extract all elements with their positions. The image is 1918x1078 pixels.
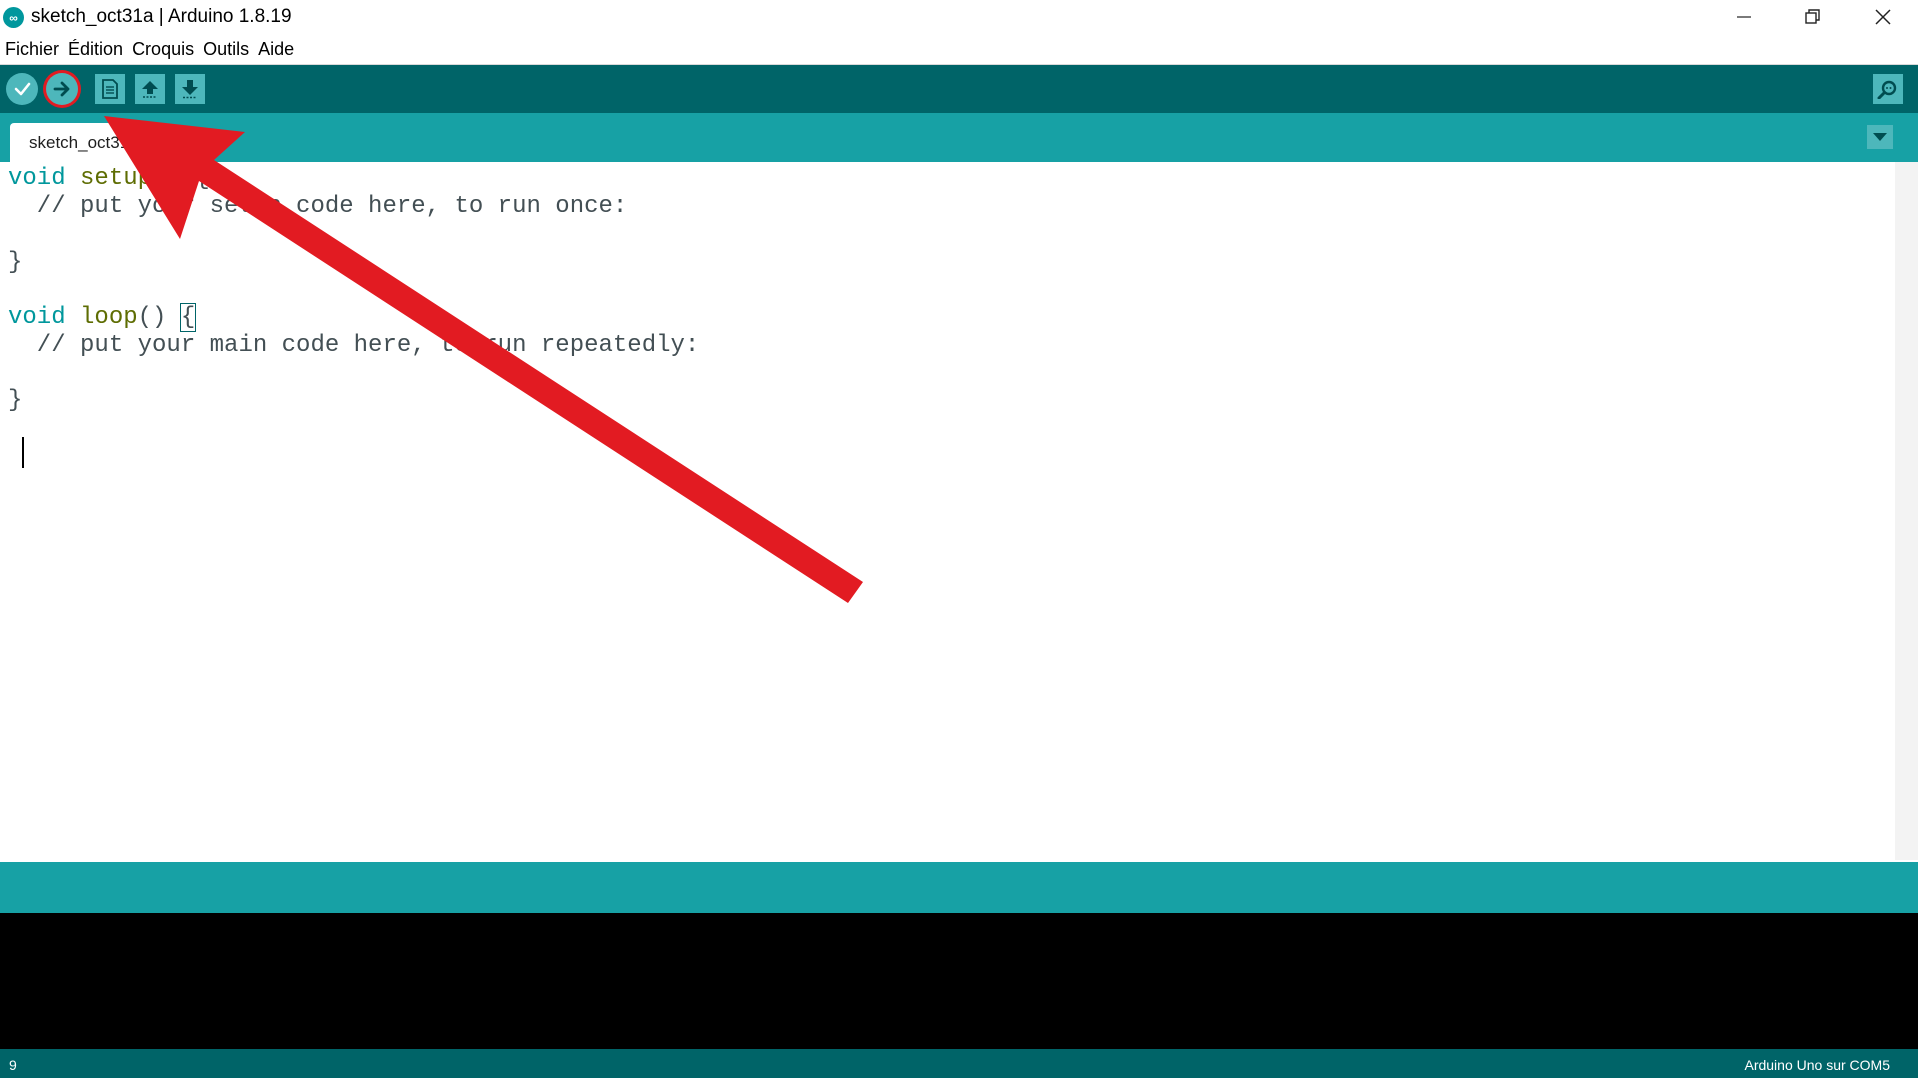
open-button[interactable] (135, 74, 165, 104)
file-icon (102, 79, 118, 99)
message-bar (0, 862, 1918, 913)
minimize-icon (1737, 16, 1751, 18)
menu-edition[interactable]: Édition (63, 34, 127, 64)
code-line: } (8, 387, 23, 414)
minimize-button[interactable] (1709, 0, 1779, 34)
upload-button[interactable] (46, 73, 78, 105)
menu-fichier[interactable]: Fichier (0, 34, 63, 64)
menu-bar: Fichier Édition Croquis Outils Aide (0, 34, 1918, 65)
chevron-down-icon (1873, 133, 1887, 141)
title-bar: ∞ sketch_oct31a | Arduino 1.8.19 (0, 0, 1918, 34)
check-icon (14, 82, 31, 96)
close-button[interactable] (1848, 0, 1918, 34)
function-token: setup (65, 165, 153, 192)
console-output[interactable] (0, 913, 1918, 1049)
arrow-right-icon (53, 81, 70, 97)
line-number: 9 (9, 1057, 17, 1073)
tab-strip: sketch_oct31a (0, 113, 1918, 162)
menu-aide[interactable]: Aide (253, 34, 298, 64)
matched-brace: { (179, 303, 197, 332)
arrow-down-icon (182, 80, 198, 99)
restore-icon (1805, 9, 1820, 24)
code-line: } (8, 249, 23, 276)
menu-outils[interactable]: Outils (198, 34, 253, 64)
keyword-token: void (8, 165, 66, 192)
text-caret (22, 437, 24, 468)
magnifier-icon (1877, 80, 1897, 99)
serial-monitor-button[interactable] (1873, 74, 1903, 104)
editor-scrollbar[interactable] (1895, 162, 1918, 860)
tab-menu-button[interactable] (1867, 125, 1893, 149)
function-token: loop (65, 304, 138, 331)
plain-token: () { (152, 165, 210, 192)
window-title: sketch_oct31a | Arduino 1.8.19 (31, 6, 292, 27)
new-sketch-button[interactable] (95, 74, 125, 104)
tab-sketch[interactable]: sketch_oct31a (10, 123, 160, 162)
plain-token: () (137, 304, 181, 331)
code-comment: // put your setup code here, to run once… (8, 193, 628, 220)
close-icon (1875, 9, 1891, 25)
code-comment: // put your main code here, to run repea… (8, 332, 700, 359)
menu-croquis[interactable]: Croquis (127, 34, 198, 64)
verify-button[interactable] (6, 73, 38, 105)
toolbar (0, 65, 1918, 113)
arduino-logo-icon: ∞ (3, 7, 24, 28)
keyword-token: void (8, 304, 66, 331)
code-editor[interactable]: void setup() { // put your setup code he… (0, 162, 1895, 860)
arrow-up-icon (142, 81, 158, 98)
status-bar: 9 Arduino Uno sur COM5 (0, 1049, 1918, 1078)
save-button[interactable] (175, 74, 205, 104)
board-port-label: Arduino Uno sur COM5 (1744, 1057, 1890, 1073)
restore-button[interactable] (1778, 0, 1848, 34)
